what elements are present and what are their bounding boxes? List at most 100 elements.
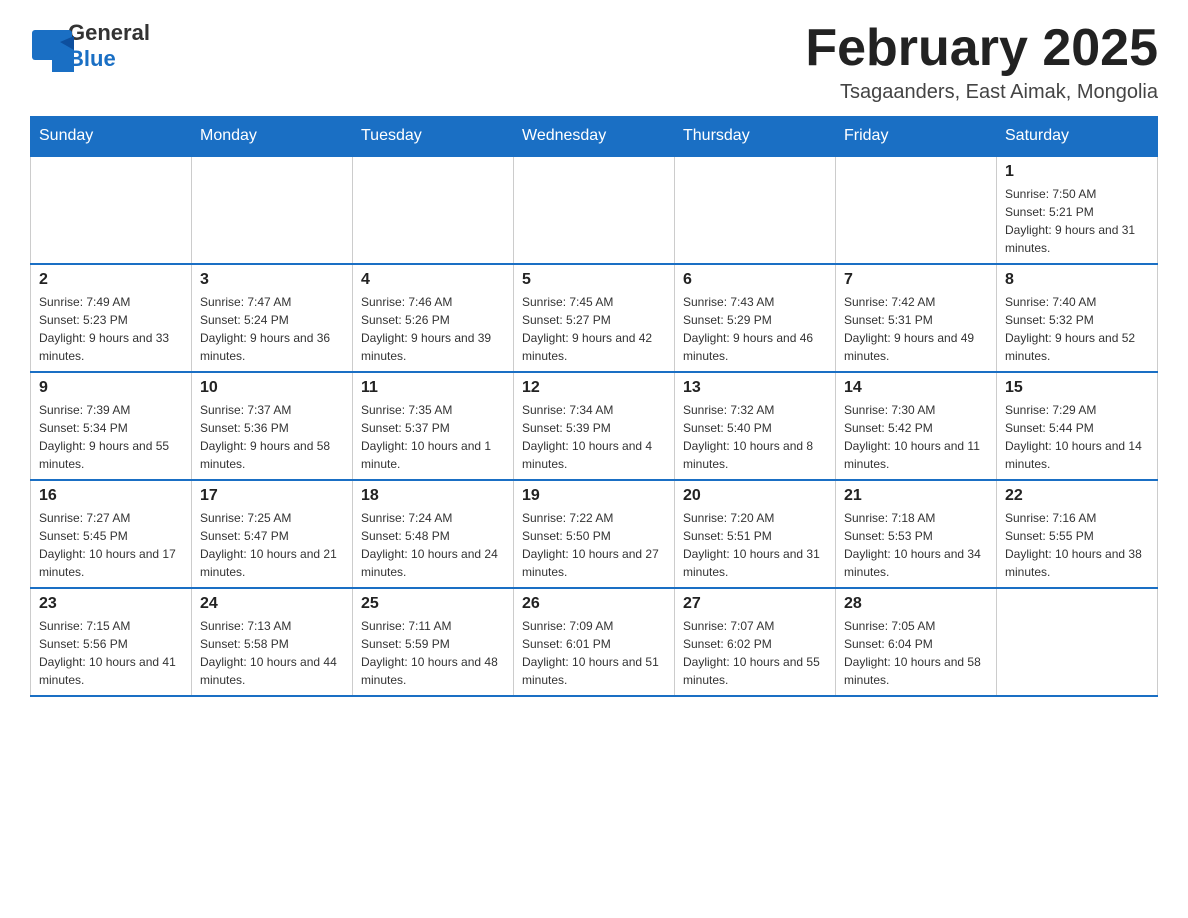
day-info: Sunrise: 7:46 AM Sunset: 5:26 PM Dayligh… [361,293,505,365]
calendar-header-row: SundayMondayTuesdayWednesdayThursdayFrid… [31,117,1158,157]
calendar-cell: 14 Sunrise: 7:30 AM Sunset: 5:42 PM Dayli… [836,372,997,480]
day-info: Sunrise: 7:07 AM Sunset: 6:02 PM Dayligh… [683,617,827,689]
day-header-wednesday: Wednesday [514,117,675,157]
day-number: 7 [844,271,988,289]
day-info: Sunrise: 7:27 AM Sunset: 5:45 PM Dayligh… [39,509,183,581]
day-info: Sunrise: 7:15 AM Sunset: 5:56 PM Dayligh… [39,617,183,689]
page-header: General Blue February 2025 Tsagaanders, … [30,20,1158,104]
calendar-cell: 11 Sunrise: 7:35 AM Sunset: 5:37 PM Dayli… [353,372,514,480]
day-number: 11 [361,379,505,397]
day-info: Sunrise: 7:40 AM Sunset: 5:32 PM Dayligh… [1005,293,1149,365]
day-info: Sunrise: 7:30 AM Sunset: 5:42 PM Dayligh… [844,401,988,473]
day-number: 24 [200,595,344,613]
calendar-cell: 27 Sunrise: 7:07 AM Sunset: 6:02 PM Dayli… [675,588,836,696]
calendar-cell: 5 Sunrise: 7:45 AM Sunset: 5:27 PM Daylig… [514,264,675,372]
day-info: Sunrise: 7:47 AM Sunset: 5:24 PM Dayligh… [200,293,344,365]
day-info: Sunrise: 7:42 AM Sunset: 5:31 PM Dayligh… [844,293,988,365]
day-number: 9 [39,379,183,397]
day-number: 17 [200,487,344,505]
day-info: Sunrise: 7:09 AM Sunset: 6:01 PM Dayligh… [522,617,666,689]
calendar-table: SundayMondayTuesdayWednesdayThursdayFrid… [30,116,1158,697]
calendar-cell: 8 Sunrise: 7:40 AM Sunset: 5:32 PM Daylig… [997,264,1158,372]
day-number: 26 [522,595,666,613]
calendar-cell: 9Sunrise: 7:39 AM Sunset: 5:34 PM Daylig… [31,372,192,480]
day-number: 8 [1005,271,1149,289]
location-title: Tsagaanders, East Aimak, Mongolia [805,81,1158,104]
day-info: Sunrise: 7:49 AM Sunset: 5:23 PM Dayligh… [39,293,183,365]
calendar-cell: 2 Sunrise: 7:49 AM Sunset: 5:23 PM Daylig… [31,264,192,372]
day-number: 10 [200,379,344,397]
day-header-friday: Friday [836,117,997,157]
day-number: 13 [683,379,827,397]
calendar-cell: 12 Sunrise: 7:34 AM Sunset: 5:39 PM Dayli… [514,372,675,480]
calendar-cell [836,156,997,264]
day-number: 25 [361,595,505,613]
calendar-cell: 13Sunrise: 7:32 AM Sunset: 5:40 PM Dayli… [675,372,836,480]
calendar-cell: 6 Sunrise: 7:43 AM Sunset: 5:29 PM Daylig… [675,264,836,372]
day-header-tuesday: Tuesday [353,117,514,157]
day-info: Sunrise: 7:13 AM Sunset: 5:58 PM Dayligh… [200,617,344,689]
calendar-cell: 16 Sunrise: 7:27 AM Sunset: 5:45 PM Dayli… [31,480,192,588]
day-info: Sunrise: 7:22 AM Sunset: 5:50 PM Dayligh… [522,509,666,581]
day-number: 28 [844,595,988,613]
day-number: 2 [39,271,183,289]
calendar-cell: 25Sunrise: 7:11 AM Sunset: 5:59 PM Dayli… [353,588,514,696]
day-info: Sunrise: 7:05 AM Sunset: 6:04 PM Dayligh… [844,617,988,689]
calendar-cell: 22Sunrise: 7:16 AM Sunset: 5:55 PM Dayli… [997,480,1158,588]
calendar-week-3: 9Sunrise: 7:39 AM Sunset: 5:34 PM Daylig… [31,372,1158,480]
day-number: 14 [844,379,988,397]
day-info: Sunrise: 7:35 AM Sunset: 5:37 PM Dayligh… [361,401,505,473]
calendar-week-2: 2 Sunrise: 7:49 AM Sunset: 5:23 PM Daylig… [31,264,1158,372]
day-info: Sunrise: 7:25 AM Sunset: 5:47 PM Dayligh… [200,509,344,581]
day-info: Sunrise: 7:29 AM Sunset: 5:44 PM Dayligh… [1005,401,1149,473]
day-info: Sunrise: 7:34 AM Sunset: 5:39 PM Dayligh… [522,401,666,473]
calendar-cell: 7 Sunrise: 7:42 AM Sunset: 5:31 PM Daylig… [836,264,997,372]
calendar-cell [31,156,192,264]
calendar-week-4: 16 Sunrise: 7:27 AM Sunset: 5:45 PM Dayli… [31,480,1158,588]
day-info: Sunrise: 7:18 AM Sunset: 5:53 PM Dayligh… [844,509,988,581]
calendar-week-1: 1Sunrise: 7:50 AM Sunset: 5:21 PM Daylig… [31,156,1158,264]
day-header-sunday: Sunday [31,117,192,157]
calendar-cell [997,588,1158,696]
calendar-cell [514,156,675,264]
day-number: 20 [683,487,827,505]
logo-general-text: General [68,20,150,45]
day-info: Sunrise: 7:24 AM Sunset: 5:48 PM Dayligh… [361,509,505,581]
calendar-cell: 20 Sunrise: 7:20 AM Sunset: 5:51 PM Dayli… [675,480,836,588]
calendar-cell [675,156,836,264]
day-number: 3 [200,271,344,289]
day-header-saturday: Saturday [997,117,1158,157]
calendar-cell [353,156,514,264]
calendar-cell: 3 Sunrise: 7:47 AM Sunset: 5:24 PM Daylig… [192,264,353,372]
day-number: 5 [522,271,666,289]
day-header-thursday: Thursday [675,117,836,157]
day-number: 15 [1005,379,1149,397]
day-number: 22 [1005,487,1149,505]
calendar-cell: 23 Sunrise: 7:15 AM Sunset: 5:56 PM Dayli… [31,588,192,696]
calendar-cell: 10 Sunrise: 7:37 AM Sunset: 5:36 PM Dayli… [192,372,353,480]
day-number: 21 [844,487,988,505]
calendar-cell: 26 Sunrise: 7:09 AM Sunset: 6:01 PM Dayli… [514,588,675,696]
day-number: 12 [522,379,666,397]
day-info: Sunrise: 7:37 AM Sunset: 5:36 PM Dayligh… [200,401,344,473]
day-info: Sunrise: 7:20 AM Sunset: 5:51 PM Dayligh… [683,509,827,581]
calendar-cell: 1Sunrise: 7:50 AM Sunset: 5:21 PM Daylig… [997,156,1158,264]
calendar-cell [192,156,353,264]
day-number: 27 [683,595,827,613]
month-title: February 2025 [805,20,1158,77]
calendar-cell: 21 Sunrise: 7:18 AM Sunset: 5:53 PM Dayli… [836,480,997,588]
day-number: 18 [361,487,505,505]
day-info: Sunrise: 7:43 AM Sunset: 5:29 PM Dayligh… [683,293,827,365]
logo-blue-text: Blue [68,46,116,71]
day-number: 23 [39,595,183,613]
day-info: Sunrise: 7:45 AM Sunset: 5:27 PM Dayligh… [522,293,666,365]
day-info: Sunrise: 7:50 AM Sunset: 5:21 PM Dayligh… [1005,185,1149,257]
calendar-cell: 19Sunrise: 7:22 AM Sunset: 5:50 PM Dayli… [514,480,675,588]
calendar-cell: 18 Sunrise: 7:24 AM Sunset: 5:48 PM Dayli… [353,480,514,588]
calendar-week-5: 23 Sunrise: 7:15 AM Sunset: 5:56 PM Dayli… [31,588,1158,696]
calendar-cell: 28 Sunrise: 7:05 AM Sunset: 6:04 PM Dayli… [836,588,997,696]
day-number: 16 [39,487,183,505]
day-number: 6 [683,271,827,289]
day-header-monday: Monday [192,117,353,157]
calendar-cell: 24 Sunrise: 7:13 AM Sunset: 5:58 PM Dayli… [192,588,353,696]
